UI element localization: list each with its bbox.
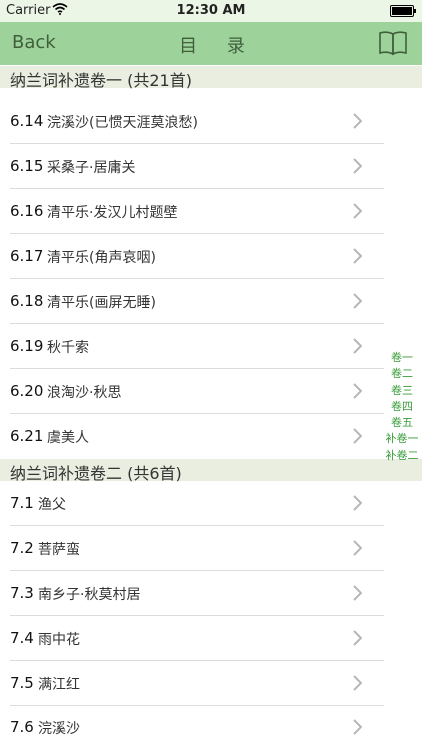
item-number: 6.20 (10, 382, 44, 400)
index-item[interactable]: 卷一 (384, 350, 420, 366)
chevron-right-icon (353, 630, 363, 650)
item-number: 6.18 (10, 292, 44, 310)
list-item[interactable]: 6.16 清平乐·发汉儿村题壁 (0, 190, 384, 234)
item-title: 浣溪沙 (38, 721, 80, 737)
list-item[interactable]: 7.3 南乡子·秋莫村居 (0, 572, 384, 616)
chevron-right-icon (353, 158, 363, 178)
status-bar: Carrier 12:30 AM (0, 0, 422, 22)
chevron-right-icon (353, 719, 363, 739)
item-title: 浪淘沙·秋思 (47, 385, 122, 401)
chevron-right-icon (353, 675, 363, 695)
chevron-right-icon (353, 293, 363, 313)
chevron-right-icon (353, 428, 363, 448)
list-item[interactable]: 7.6 浣溪沙 (0, 706, 384, 750)
item-number: 6.21 (10, 427, 44, 445)
item-title: 清平乐(角声哀咽) (47, 250, 156, 266)
page-title: 目 录 (179, 36, 257, 57)
list-item[interactable]: 6.18 清平乐(画屏无睡) (0, 280, 384, 324)
item-number: 7.5 (10, 674, 34, 692)
list-item[interactable]: 6.15 采桑子·居庸关 (0, 145, 384, 189)
item-title: 清平乐(画屏无睡) (47, 295, 156, 311)
item-title: 采桑子·居庸关 (47, 160, 136, 176)
list-item[interactable]: 6.21 虞美人 (0, 415, 384, 459)
list-item[interactable]: 7.1 渔父 (0, 482, 384, 526)
index-item[interactable]: 卷三 (384, 383, 420, 399)
item-number: 7.3 (10, 584, 34, 602)
item-number: 6.16 (10, 202, 44, 220)
index-item[interactable]: 卷五 (384, 415, 420, 431)
item-number: 7.6 (10, 718, 34, 736)
item-title: 渔父 (38, 497, 66, 513)
index-item[interactable]: 补卷一 (384, 431, 420, 447)
chevron-right-icon (353, 585, 363, 605)
section-title: 纳兰词补遗卷二 (共6首) (10, 464, 182, 483)
item-title: 虞美人 (47, 430, 89, 446)
item-title: 雨中花 (38, 632, 80, 648)
list-item[interactable]: 6.17 清平乐(角声哀咽) (0, 235, 384, 279)
index-item[interactable]: 卷二 (384, 366, 420, 382)
item-title: 清平乐·发汉儿村题壁 (47, 205, 178, 221)
navigation-bar: Back 目 录 (0, 22, 422, 65)
section-index[interactable]: 卷一 卷二 卷三 卷四 卷五 补卷一 补卷二 (384, 350, 420, 464)
item-number: 6.17 (10, 247, 44, 265)
item-title: 秋千索 (47, 340, 89, 356)
chevron-right-icon (353, 338, 363, 358)
item-number: 7.2 (10, 539, 34, 557)
list-item[interactable]: 6.20 浪淘沙·秋思 (0, 370, 384, 414)
battery-icon (390, 5, 416, 17)
list-item[interactable]: 6.19 秋千索 (0, 325, 384, 369)
item-number: 7.1 (10, 494, 34, 512)
chevron-right-icon (353, 383, 363, 403)
chevron-right-icon (353, 113, 363, 133)
chevron-right-icon (353, 203, 363, 223)
section-header: 纳兰词补遗卷二 (共6首) (0, 459, 422, 483)
list-item[interactable]: 7.4 雨中花 (0, 617, 384, 661)
item-number: 6.14 (10, 112, 44, 130)
item-number: 7.4 (10, 629, 34, 647)
item-title: 菩萨蛮 (38, 542, 80, 558)
chevron-right-icon (353, 495, 363, 515)
item-number: 6.15 (10, 157, 44, 175)
index-item[interactable]: 补卷二 (384, 448, 420, 464)
item-title: 满江红 (38, 677, 80, 693)
book-icon[interactable] (378, 30, 408, 60)
chevron-right-icon (353, 248, 363, 268)
chevron-right-icon (353, 540, 363, 560)
item-title: 浣溪沙(已惯天涯莫浪愁) (47, 115, 198, 131)
item-number: 6.19 (10, 337, 44, 355)
list-item[interactable]: 6.14 浣溪沙(已惯天涯莫浪愁) (0, 100, 384, 144)
list-item[interactable]: 7.5 满江红 (0, 662, 384, 706)
section-header: 纳兰词补遗卷一 (共21首) › (0, 66, 422, 90)
list-item[interactable]: 7.2 菩萨蛮 (0, 527, 384, 571)
chevron-right-icon: › (10, 67, 17, 86)
status-time: 12:30 AM (176, 3, 246, 18)
index-item[interactable]: 卷四 (384, 399, 420, 415)
item-title: 南乡子·秋莫村居 (38, 587, 141, 603)
